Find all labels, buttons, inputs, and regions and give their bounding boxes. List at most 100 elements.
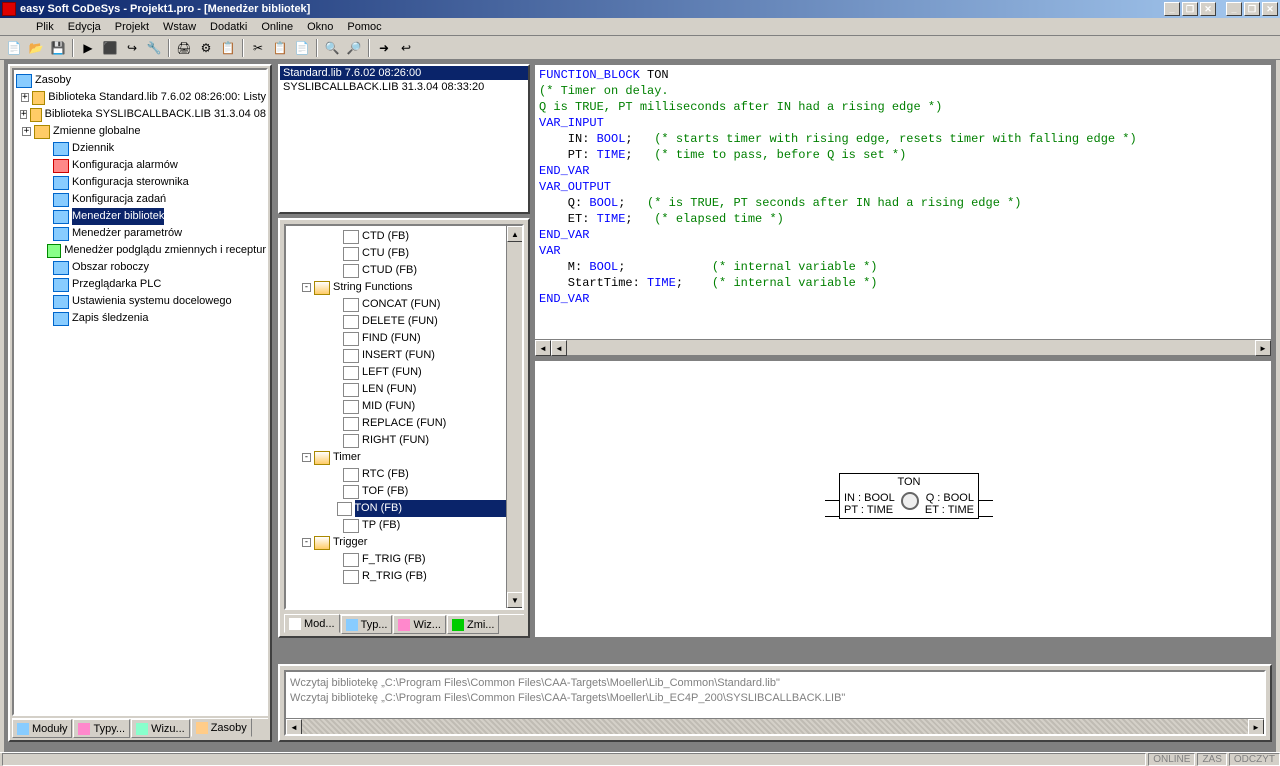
fb-tree-item[interactable]: CTUD (FB)	[288, 262, 522, 279]
fb-tree-item[interactable]: LEFT (FUN)	[288, 364, 522, 381]
fb-tab-2[interactable]: Wiz...	[393, 615, 446, 634]
msg-scroll-left-button[interactable]: ◄	[286, 719, 302, 735]
expander-icon[interactable]: -	[302, 283, 311, 292]
findnext-button[interactable]: 🔎	[344, 38, 364, 58]
fb-tree-item[interactable]: LEN (FUN)	[288, 381, 522, 398]
menu-dodatki[interactable]: Dodatki	[203, 21, 254, 33]
new-button[interactable]: 📄	[4, 38, 24, 58]
tree-item[interactable]: Konfiguracja zadań	[16, 191, 266, 208]
mdi-close-button[interactable]: ✕	[1262, 2, 1278, 16]
fb-tree-item[interactable]: -Trigger	[288, 534, 522, 551]
fb-tree-item[interactable]: CONCAT (FUN)	[288, 296, 522, 313]
menu-pomoc[interactable]: Pomoc	[340, 21, 388, 33]
find-button[interactable]: 🔍	[322, 38, 342, 58]
tree-item[interactable]: +Biblioteka SYSLIBCALLBACK.LIB 31.3.04 0…	[16, 106, 266, 123]
fb-tree-item[interactable]: -String Functions	[288, 279, 522, 296]
step-button[interactable]: ↪	[122, 38, 142, 58]
fb-tree-item[interactable]: F_TRIG (FB)	[288, 551, 522, 568]
fb-tree-item[interactable]: REPLACE (FUN)	[288, 415, 522, 432]
tree-item[interactable]: Menedżer podglądu zmiennych i receptur	[16, 242, 266, 259]
fb-tree-item[interactable]: TON (FB)	[288, 500, 522, 517]
print-button[interactable]: 🖨	[174, 38, 194, 58]
tree-item[interactable]: Obszar roboczy	[16, 259, 266, 276]
tab-typy[interactable]: Typy...	[73, 719, 130, 738]
login-button[interactable]: ➜	[374, 38, 394, 58]
tool2-button[interactable]: ⚙	[196, 38, 216, 58]
tree-item[interactable]: +Biblioteka Standard.lib 7.6.02 08:26:00…	[16, 89, 266, 106]
fb-tab-0[interactable]: Mod...	[284, 614, 340, 633]
menu-edycja[interactable]: Edycja	[61, 21, 108, 33]
lib-list[interactable]: Standard.lib 7.6.02 08:26:00SYSLIBCALLBA…	[280, 66, 528, 212]
tree-item[interactable]: Menedżer bibliotek	[16, 208, 266, 225]
fb-tree-item[interactable]: INSERT (FUN)	[288, 347, 522, 364]
resources-tree[interactable]: Zasoby+Biblioteka Standard.lib 7.6.02 08…	[14, 70, 266, 329]
fb-tree-item[interactable]: MID (FUN)	[288, 398, 522, 415]
save-button[interactable]: 💾	[48, 38, 68, 58]
message-list[interactable]: Wczytaj bibliotekę „C:\Program Files\Com…	[286, 672, 1264, 718]
expander-icon[interactable]: +	[21, 93, 29, 102]
menu-plik[interactable]: Plik	[29, 21, 61, 33]
copy-button[interactable]: 📋	[270, 38, 290, 58]
fb-tab-3[interactable]: Zmi...	[447, 615, 500, 634]
code-h-scrollbar[interactable]: ◄ ◄ ►	[535, 339, 1271, 355]
open-button[interactable]: 📂	[26, 38, 46, 58]
mdi-restore-button[interactable]: ❐	[1244, 2, 1260, 16]
fb-tree-scrollbar[interactable]: ▲ ▼	[506, 226, 522, 608]
fb-tree-item[interactable]: TP (FB)	[288, 517, 522, 534]
fb-tab-1[interactable]: Typ...	[341, 615, 393, 634]
message-h-scrollbar[interactable]: ◄ ►	[286, 718, 1264, 734]
tool3-button[interactable]: 📋	[218, 38, 238, 58]
paste-button[interactable]: 📄	[292, 38, 312, 58]
fb-tree-item[interactable]: RIGHT (FUN)	[288, 432, 522, 449]
expander-icon[interactable]: -	[302, 453, 311, 462]
fb-tree-item[interactable]: TOF (FB)	[288, 483, 522, 500]
fb-tree-item[interactable]: -Timer	[288, 449, 522, 466]
cut-button[interactable]: ✂	[248, 38, 268, 58]
expander-icon[interactable]: +	[22, 127, 31, 136]
fb-tree-item[interactable]: R_TRIG (FB)	[288, 568, 522, 585]
tree-item[interactable]: Konfiguracja sterownika	[16, 174, 266, 191]
tree-item[interactable]: Konfiguracja alarmów	[16, 157, 266, 174]
mdi-icon	[4, 20, 18, 34]
menu-online[interactable]: Online	[254, 21, 300, 33]
close-button[interactable]: ✕	[1200, 2, 1216, 16]
menu-projekt[interactable]: Projekt	[108, 21, 156, 33]
restore-button[interactable]: ❐	[1182, 2, 1198, 16]
minimize-button[interactable]: _	[1164, 2, 1180, 16]
scroll-left-button[interactable]: ◄	[535, 340, 551, 356]
scroll-left2-button[interactable]: ◄	[551, 340, 567, 356]
fb-tree-item[interactable]: CTD (FB)	[288, 228, 522, 245]
mdi-minimize-button[interactable]: _	[1226, 2, 1242, 16]
run-button[interactable]: ▶	[78, 38, 98, 58]
lib-item[interactable]: Standard.lib 7.6.02 08:26:00	[280, 66, 528, 80]
expander-icon[interactable]: +	[20, 110, 27, 119]
fb-tree[interactable]: CTD (FB)CTU (FB)CTUD (FB)-String Functio…	[286, 226, 522, 587]
tree-item[interactable]: Dziennik	[16, 140, 266, 157]
fb-tree-item[interactable]: RTC (FB)	[288, 466, 522, 483]
tab-moduy[interactable]: Moduły	[12, 719, 72, 738]
logout-button[interactable]: ↩	[396, 38, 416, 58]
tree-item[interactable]: Ustawienia systemu docelowego	[16, 293, 266, 310]
scroll-down-button[interactable]: ▼	[507, 592, 523, 608]
scroll-up-button[interactable]: ▲	[507, 226, 523, 242]
special-icon	[53, 295, 69, 309]
fb-tree-item[interactable]: CTU (FB)	[288, 245, 522, 262]
tree-item[interactable]: Zapis śledzenia	[16, 310, 266, 327]
tool-button[interactable]: 🔧	[144, 38, 164, 58]
expander-icon[interactable]: -	[302, 538, 311, 547]
menu-wstaw[interactable]: Wstaw	[156, 21, 203, 33]
code-view[interactable]: FUNCTION_BLOCK TON(* Timer on delay.Q is…	[535, 65, 1271, 339]
menu-okno[interactable]: Okno	[300, 21, 340, 33]
fb-tree-item[interactable]: FIND (FUN)	[288, 330, 522, 347]
tree-item[interactable]: Przeglądarka PLC	[16, 276, 266, 293]
tab-wizu[interactable]: Wizu...	[131, 719, 190, 738]
fb-tree-item[interactable]: DELETE (FUN)	[288, 313, 522, 330]
tree-item[interactable]: +Zmienne globalne	[16, 123, 266, 140]
lib-item[interactable]: SYSLIBCALLBACK.LIB 31.3.04 08:33:20	[280, 80, 528, 94]
doc-icon	[343, 519, 359, 533]
stop-button[interactable]: ⬛	[100, 38, 120, 58]
msg-scroll-right-button[interactable]: ►	[1248, 719, 1264, 735]
scroll-right-button[interactable]: ►	[1255, 340, 1271, 356]
tree-item[interactable]: Menedżer parametrów	[16, 225, 266, 242]
tab-zasoby[interactable]: Zasoby	[191, 718, 252, 737]
